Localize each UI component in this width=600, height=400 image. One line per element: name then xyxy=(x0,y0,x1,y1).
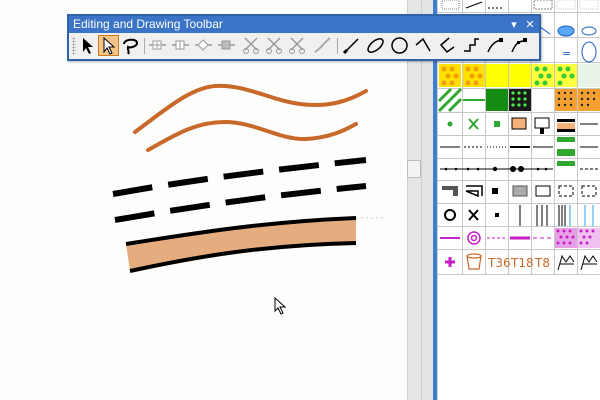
draw-ellipse-tool[interactable] xyxy=(365,35,386,56)
toolbar-body xyxy=(69,33,539,59)
draw-step-tool[interactable] xyxy=(461,35,482,56)
draw-dotted-curve-icon xyxy=(511,38,527,53)
node-split-tool[interactable] xyxy=(170,35,191,56)
draw-ellipse-icon xyxy=(367,38,384,53)
node-add-tool[interactable] xyxy=(147,35,168,56)
node-delete-tool[interactable] xyxy=(216,35,237,56)
lasso-tool[interactable] xyxy=(120,35,141,56)
palette-row-4 xyxy=(447,117,598,134)
draw-angle-tool[interactable] xyxy=(413,35,434,56)
scissors-join-tool[interactable] xyxy=(264,35,285,56)
palette-row-9 xyxy=(440,228,600,248)
node-split-icon xyxy=(172,40,189,50)
lasso-icon xyxy=(123,38,139,55)
toolbar-title-bar[interactable]: Editing and Drawing Toolbar ▾ ✕ xyxy=(69,16,539,33)
toolbar-separator xyxy=(337,38,338,54)
draw-circle-tool[interactable] xyxy=(389,35,410,56)
toolbar-close-button[interactable]: ✕ xyxy=(523,16,537,33)
palette-row-0 xyxy=(441,0,599,10)
toolbar-grip[interactable] xyxy=(72,37,76,55)
scissors-cut-icon xyxy=(243,37,259,54)
text-size-36-label: T36 xyxy=(487,256,511,270)
smooth-line-icon xyxy=(314,37,331,53)
text-size-18-label: T18 xyxy=(510,256,534,270)
scissors-alt-icon xyxy=(289,37,305,54)
draw-curve-icon xyxy=(487,38,503,53)
palette-row-3 xyxy=(438,87,600,113)
draw-polygon-tool[interactable] xyxy=(437,35,458,56)
mouse-cursor-icon xyxy=(274,297,287,315)
smooth-line-tool[interactable] xyxy=(312,35,333,56)
palette-row-8 xyxy=(444,205,594,226)
draw-polygon-icon xyxy=(439,37,455,54)
edit-arrow-tool[interactable] xyxy=(98,35,119,56)
draw-line-icon xyxy=(342,38,359,55)
toolbar-menu-arrow-button[interactable]: ▾ xyxy=(507,16,521,33)
editing-drawing-toolbar[interactable]: Editing and Drawing Toolbar ▾ ✕ xyxy=(67,14,541,61)
text-size-8-label: T8 xyxy=(534,256,550,270)
draw-curve-tool[interactable] xyxy=(485,35,506,56)
select-arrow-tool[interactable] xyxy=(77,35,98,56)
scissors-cut-tool[interactable] xyxy=(241,35,262,56)
select-arrow-icon xyxy=(83,38,93,54)
node-add-icon xyxy=(149,40,166,50)
contour-line-lower xyxy=(146,119,358,152)
draw-dotted-curve-tool[interactable] xyxy=(509,35,530,56)
draw-line-tool[interactable] xyxy=(341,35,362,56)
draw-circle-icon xyxy=(391,37,408,54)
dashed-line-upper xyxy=(112,157,367,197)
scrollbar-thumb[interactable] xyxy=(407,160,421,178)
edit-arrow-icon xyxy=(103,36,116,55)
node-delete-icon xyxy=(218,40,235,50)
palette-row-6 xyxy=(440,161,598,172)
scissors-join-icon xyxy=(266,37,282,54)
node-diamond-icon xyxy=(195,39,212,51)
palette-row-10: T36 T18 T8 xyxy=(445,253,598,271)
equals-label: = xyxy=(562,47,571,60)
dashed-line-lower xyxy=(114,183,367,223)
draw-step-icon xyxy=(464,38,479,52)
node-diamond-tool[interactable] xyxy=(193,35,214,56)
toolbar-separator xyxy=(144,38,145,54)
palette-row-2 xyxy=(439,64,600,87)
palette-row-7 xyxy=(442,185,597,198)
toolbar-title: Editing and Drawing Toolbar xyxy=(73,17,223,31)
scissors-alt-tool[interactable] xyxy=(287,35,308,56)
draw-angle-icon xyxy=(415,37,431,52)
palette-row-5 xyxy=(440,137,598,156)
